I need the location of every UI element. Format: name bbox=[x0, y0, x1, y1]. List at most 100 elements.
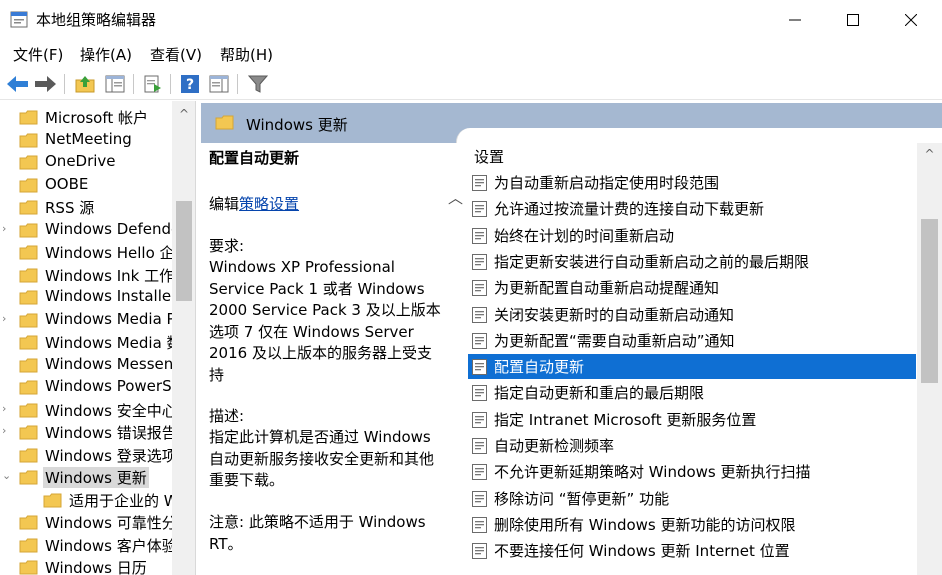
show-hide-tree-button[interactable] bbox=[103, 72, 127, 96]
tree-item[interactable]: Windows 日历 bbox=[0, 556, 195, 575]
export-list-icon bbox=[144, 75, 161, 93]
tree-item[interactable]: › Windows 安全中心 bbox=[0, 399, 195, 421]
export-list-button[interactable] bbox=[141, 72, 165, 96]
tree-scrollbar[interactable]: ^ bbox=[172, 101, 195, 575]
setting-label: 配置自动更新 bbox=[494, 358, 585, 377]
toolbar: ? bbox=[0, 68, 942, 100]
setting-row[interactable]: 配置自动更新 bbox=[468, 354, 916, 380]
edit-policy-link[interactable]: 策略设置 bbox=[239, 195, 299, 213]
expand-arrow-icon[interactable]: › bbox=[2, 402, 12, 415]
tree-item[interactable]: RSS 源 bbox=[0, 196, 195, 218]
setting-row[interactable]: 删除使用所有 Windows 更新功能的访问权限 bbox=[468, 512, 916, 537]
expand-arrow-icon[interactable]: › bbox=[2, 424, 12, 437]
tree-item[interactable]: Windows Installer bbox=[0, 286, 195, 308]
maximize-button[interactable] bbox=[824, 0, 882, 40]
menu-help[interactable]: 帮助(H) bbox=[220, 44, 273, 65]
setting-row[interactable]: 为更新配置自动重新启动提醒通知 bbox=[468, 275, 916, 300]
setting-row[interactable]: 指定自动更新和重启的最后期限 bbox=[468, 380, 916, 405]
policy-setting-icon bbox=[472, 438, 487, 454]
help-icon: ? bbox=[181, 75, 199, 93]
tree-item[interactable]: › Windows Defender bbox=[0, 219, 195, 241]
menu-file[interactable]: 文件(F) bbox=[13, 44, 63, 65]
setting-row[interactable]: 为更新配置“需要自动重新启动”通知 bbox=[468, 328, 916, 353]
close-button[interactable] bbox=[882, 0, 940, 40]
setting-row[interactable]: 不允许更新延期策略对 Windows 更新执行扫描 bbox=[468, 459, 916, 484]
tree-item-label: RSS 源 bbox=[45, 199, 95, 217]
setting-row[interactable]: 自动更新检测频率 bbox=[468, 433, 916, 458]
setting-row[interactable]: 始终在计划的时间重新启动 bbox=[468, 223, 916, 248]
forward-button[interactable] bbox=[33, 72, 57, 96]
expand-arrow-icon[interactable]: › bbox=[2, 222, 12, 235]
up-one-level-button[interactable] bbox=[73, 72, 97, 96]
tree-item[interactable]: Windows 客户体验 bbox=[0, 534, 195, 556]
tree-item[interactable]: Windows 登录选项 bbox=[0, 444, 195, 466]
tree-item-label: 适用于企业的 W bbox=[69, 491, 179, 510]
show-hide-action-pane-icon bbox=[209, 75, 229, 93]
menu-action[interactable]: 操作(A) bbox=[80, 44, 132, 65]
show-hide-action-pane-button[interactable] bbox=[207, 72, 231, 96]
tree-item[interactable]: OOBE bbox=[0, 174, 195, 196]
setting-label: 关闭安装更新时的自动重新启动通知 bbox=[494, 305, 735, 324]
scroll-up-arrow[interactable]: ^ bbox=[172, 107, 195, 123]
tree-item[interactable]: Windows 可靠性分析 bbox=[0, 511, 195, 533]
expand-arrow-icon[interactable]: › bbox=[2, 312, 12, 325]
menu-view[interactable]: 查看(V) bbox=[150, 44, 202, 65]
setting-row[interactable]: 移除访问 “暂停更新” 功能 bbox=[468, 486, 916, 511]
policy-setting-icon bbox=[472, 411, 487, 428]
help-button[interactable]: ? bbox=[178, 72, 202, 96]
tree-item[interactable]: 适用于企业的 W bbox=[0, 489, 195, 511]
edit-prefix: 编辑 bbox=[209, 195, 240, 213]
folder-icon bbox=[215, 115, 234, 130]
minimize-icon bbox=[789, 19, 801, 21]
setting-row[interactable]: 为自动重新启动指定使用时段范围 bbox=[468, 170, 916, 195]
policy-setting-icon bbox=[472, 201, 487, 218]
tree-item-label: Windows 更新 bbox=[43, 467, 149, 488]
setting-row[interactable]: 指定更新安装进行自动重新启动之前的最后期限 bbox=[468, 249, 916, 274]
tree-item[interactable]: NetMeeting bbox=[0, 129, 195, 151]
description-heading: 描述: bbox=[209, 407, 245, 425]
tree-item[interactable]: ›Windows Media Player bbox=[0, 309, 195, 331]
right-pane-title: Windows 更新 bbox=[246, 116, 348, 134]
scroll-up-arrow[interactable]: ^ bbox=[917, 147, 942, 161]
scrollbar-thumb[interactable] bbox=[176, 201, 192, 301]
tree-item-label: Windows 登录选项 bbox=[45, 446, 177, 465]
forward-arrow-icon bbox=[35, 76, 56, 92]
settings-scrollbar[interactable]: ^ bbox=[917, 143, 942, 575]
tree-item[interactable]: Windows Messenger bbox=[0, 354, 195, 376]
tree-item[interactable]: OneDrive bbox=[0, 151, 195, 173]
tree-item-label: OOBE bbox=[45, 174, 89, 193]
scrollbar-thumb[interactable] bbox=[921, 219, 938, 383]
policy-setting-icon bbox=[472, 280, 487, 297]
maximize-icon bbox=[847, 14, 859, 26]
tree-item[interactable]: Windows PowerShell bbox=[0, 376, 195, 398]
back-button[interactable] bbox=[6, 72, 30, 96]
tree-item-label: Windows Defender bbox=[45, 219, 187, 238]
filter-button[interactable] bbox=[246, 72, 270, 96]
settings-scroll-control[interactable]: ︿ bbox=[444, 143, 466, 575]
setting-row[interactable]: 允许通过按流量计费的连接自动下载更新 bbox=[468, 196, 916, 221]
description-text: 指定此计算机是否通过 Windows 自动更新服务接收安全更新和其他 重要下载。 bbox=[209, 428, 435, 489]
tree-item[interactable]: ⌄ Windows 更新 bbox=[0, 466, 195, 488]
tree-item[interactable]: Microsoft 帐户 bbox=[0, 106, 195, 128]
tree-item-label: Windows 错误报告 bbox=[45, 424, 177, 442]
setting-row[interactable]: 不要连接任何 Windows 更新 Internet 位置 bbox=[468, 538, 916, 563]
tree-item[interactable]: Windows Media 数 bbox=[0, 331, 195, 353]
expand-arrow-icon[interactable]: ⌄ bbox=[2, 469, 12, 482]
close-icon bbox=[905, 14, 917, 26]
up-folder-icon bbox=[75, 76, 95, 93]
show-hide-tree-icon bbox=[105, 75, 125, 93]
folder-icon bbox=[19, 290, 38, 305]
settings-column-header[interactable]: 设置 bbox=[474, 146, 504, 167]
requirements-text: Windows XP Professional Service Pack 1 或… bbox=[209, 258, 441, 384]
tree-item[interactable]: Windows Ink 工作区 bbox=[0, 264, 195, 286]
chevron-up-icon: ︿ bbox=[448, 189, 464, 207]
setting-row[interactable]: 关闭安装更新时的自动重新启动通知 bbox=[468, 302, 916, 327]
minimize-button[interactable] bbox=[766, 0, 824, 40]
tree-item-label: Windows 日历 bbox=[45, 559, 147, 575]
setting-row[interactable]: 指定 Intranet Microsoft 更新服务位置 bbox=[468, 407, 916, 432]
policy-setting-icon bbox=[472, 227, 487, 244]
tree-item-label: Windows 客户体验 bbox=[45, 536, 177, 555]
tree-item[interactable]: Windows Hello 企业 bbox=[0, 241, 195, 263]
tree-item[interactable]: › Windows 错误报告 bbox=[0, 421, 195, 443]
folder-icon bbox=[19, 515, 38, 530]
